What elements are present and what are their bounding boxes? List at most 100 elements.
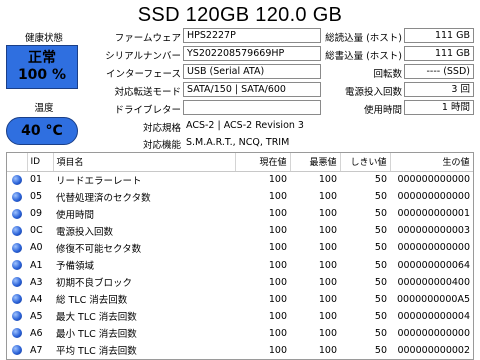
attr-worst: 100 [318,327,337,339]
temperature-label: 温度 [34,103,54,114]
total-reads-value: 111 GB [404,28,474,43]
attr-name: 使用時間 [56,209,95,221]
power-on-hours-label: 使用時間 [363,105,402,116]
status-dot-icon [7,274,27,291]
attr-threshold: 50 [374,242,387,254]
status-dot-icon [7,291,27,308]
status-dot-icon [7,342,27,359]
good-status-icon [12,328,22,339]
attr-worst: 100 [318,208,337,220]
table-row[interactable]: A7 平均 TLC 消去回数 100 100 50 000000000002 [7,342,473,359]
good-status-icon [12,208,22,219]
attr-raw: 000000000002 [397,344,470,356]
attr-threshold: 50 [374,327,387,339]
status-dot-icon [7,188,27,205]
table-row[interactable]: A5 最大 TLC 消去回数 100 100 50 000000000004 [7,308,473,325]
standard-value: ACS-2 | ACS-2 Revision 3 [186,120,304,131]
header-current[interactable]: 現在値 [235,153,291,172]
attr-raw: 000000000064 [397,259,470,271]
interface-label: インターフェース [106,69,181,80]
temperature-badge[interactable]: 40 °C [6,117,78,145]
smart-table-header: ID 項目名 現在値 最悪値 しきい値 生の値 [7,153,473,172]
total-writes-value: 111 GB [404,46,474,61]
drive-letter-label: ドライブレター [114,105,181,116]
good-status-icon [12,191,22,202]
status-dot-icon [7,325,27,342]
attr-current: 100 [268,225,287,237]
attr-worst: 100 [318,174,337,186]
firmware-label: ファームウェア [114,33,181,44]
health-status-badge[interactable]: 正常 100 % [6,45,78,89]
attr-name: 最小 TLC 消去回数 [56,329,137,341]
attr-threshold: 50 [374,191,387,203]
attr-name: 予備領域 [56,261,95,273]
good-status-icon [12,277,22,288]
attr-name: 修復不可能セクタ数 [56,243,142,255]
attr-current: 100 [268,208,287,220]
table-row[interactable]: 05 代替処理済のセクタ数 100 100 50 000000000000 [7,188,473,205]
attr-raw: 000000000000 [397,174,470,186]
attr-raw: 000000000000 [397,191,470,203]
attr-current: 100 [268,174,287,186]
standard-label: 対応規格 [142,123,181,134]
attr-threshold: 50 [374,344,387,356]
header-worst[interactable]: 最悪値 [290,153,341,172]
attr-threshold: 50 [374,310,387,322]
transfer-mode-label: 対応転送モード [114,87,181,98]
header-threshold[interactable]: しきい値 [340,153,391,172]
attr-raw: 0000000000A5 [397,293,470,305]
good-status-icon [12,174,22,185]
header-name[interactable]: 項目名 [53,153,236,172]
attr-current: 100 [268,327,287,339]
header-status[interactable] [7,153,28,172]
table-row[interactable]: A4 総 TLC 消去回数 100 100 50 0000000000A5 [7,291,473,308]
health-percent-text: 100 % [17,67,67,83]
table-row[interactable]: A3 初期不良ブロック 100 100 50 000000000400 [7,274,473,291]
attr-name: 最大 TLC 消去回数 [56,312,137,324]
attr-current: 100 [268,242,287,254]
attr-raw: 000000000000 [397,327,470,339]
smart-table[interactable]: ID 項目名 現在値 最悪値 しきい値 生の値 01 リードエラーレート 100 10… [6,152,474,360]
table-row[interactable]: A6 最小 TLC 消去回数 100 100 50 000000000000 [7,325,473,342]
attr-current: 100 [268,293,287,305]
attr-worst: 100 [318,293,337,305]
serial-label: シリアルナンバー [105,51,181,62]
total-reads-label: 総読込量 (ホスト) [325,33,402,44]
attr-worst: 100 [318,344,337,356]
attr-worst: 100 [318,310,337,322]
attr-id: 09 [30,208,43,220]
attr-raw: 000000000400 [397,276,470,288]
attr-worst: 100 [318,259,337,271]
attr-worst: 100 [318,276,337,288]
rotation-value: ---- (SSD) [404,64,474,79]
attr-id: 01 [30,174,43,186]
good-status-icon [12,242,22,253]
attr-id: A3 [30,276,43,288]
attr-current: 100 [268,310,287,322]
attr-name: 代替処理済のセクタ数 [56,192,151,204]
table-row[interactable]: A1 予備領域 100 100 50 000000000064 [7,256,473,273]
header-id[interactable]: ID [27,153,54,172]
attr-name: 平均 TLC 消去回数 [56,346,137,358]
good-status-icon [12,260,22,271]
drive-title: SSD 120GB 120.0 GB [137,4,343,26]
health-status-text: 正常 [28,50,56,66]
attr-id: 05 [30,191,43,203]
table-row[interactable]: A0 修復不可能セクタ数 100 100 50 000000000000 [7,239,473,256]
attr-threshold: 50 [374,225,387,237]
header-raw[interactable]: 生の値 [390,153,473,172]
good-status-icon [12,294,22,305]
total-writes-label: 総書込量 (ホスト) [325,51,402,62]
attr-current: 100 [268,191,287,203]
rotation-label: 回転数 [373,69,402,80]
attr-name: リードエラーレート [56,175,142,187]
attr-threshold: 50 [374,259,387,271]
good-status-icon [12,345,22,356]
table-row[interactable]: 01 リードエラーレート 100 100 50 000000000000 [7,171,473,188]
table-row[interactable]: 09 使用時間 100 100 50 000000000001 [7,205,473,222]
table-row[interactable]: 0C 電源投入回数 100 100 50 000000000003 [7,222,473,239]
power-on-count-value: 3 回 [404,82,474,97]
attr-raw: 000000000001 [397,208,470,220]
attr-current: 100 [268,276,287,288]
attr-worst: 100 [318,242,337,254]
